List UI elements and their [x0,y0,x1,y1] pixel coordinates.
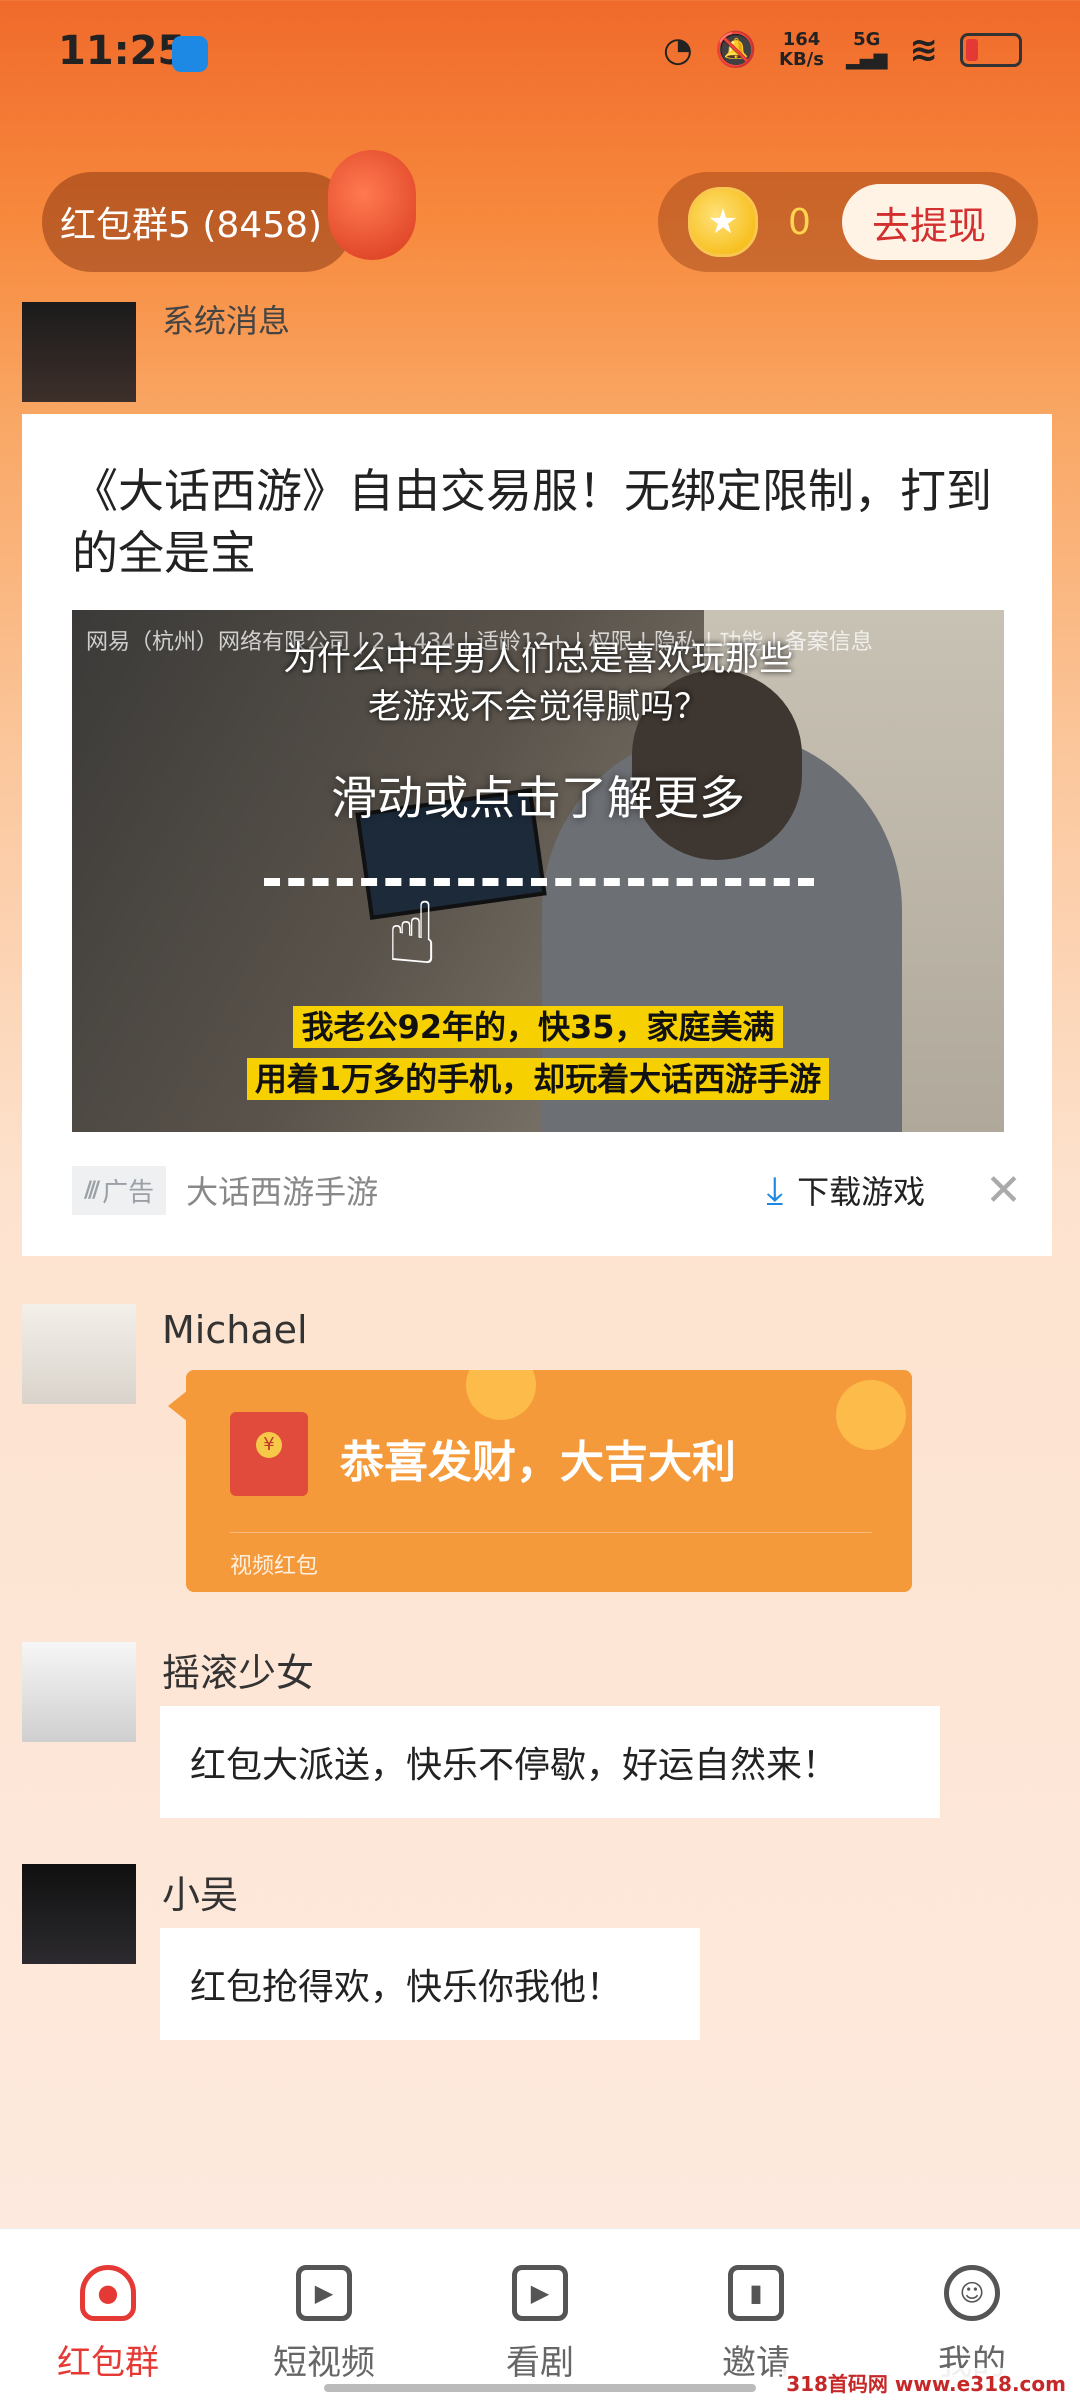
signal-bars-icon: ▂▄▆ [845,49,888,70]
video-subtitle-2-wrap: 用着1万多的手机，却玩着大话西游手游 [72,1054,1004,1100]
net-speed-value: 164 [782,29,821,50]
hand-pointer-icon: ☝ [386,884,439,984]
short-video-icon: ▶ [296,2265,352,2321]
download-game-button[interactable]: 下载游戏 [797,1167,925,1213]
nav-label: 看剧 [506,2343,574,2383]
nav-drama[interactable]: ▶ 看剧 [432,2229,648,2401]
ad-badge-label: 广告 [102,1177,155,1208]
signal-type: 5G [853,29,881,50]
coin-balance-pill: ★ 0 去提现 [658,172,1038,272]
avatar-michael[interactable] [22,1304,136,1404]
app-notification-icon [172,36,208,72]
withdraw-button[interactable]: 去提现 [842,184,1016,260]
drama-icon: ▶ [512,2265,568,2321]
gold-coin-icon: ★ [688,187,758,257]
group-name-pill[interactable]: 红包群5 (8458) [42,172,354,272]
ad-footer: /// 广告 大话西游手游 ⤓ 下载游戏 ✕ [72,1160,1022,1220]
message-bubble[interactable]: 红包大派送，快乐不停歇，好运自然来！ [160,1706,940,1818]
red-packet-message[interactable]: ¥ 恭喜发财，大吉大利 视频红包 [186,1370,912,1592]
status-icons: ◔ 🔕 164 KB/s 5G ▂▄▆ ≋ [663,30,1022,70]
nav-label: 红包群 [57,2343,159,2383]
avatar-xiao-wu[interactable] [22,1864,136,1964]
battery-icon [960,33,1022,67]
ad-source: 大话西游手游 [186,1173,379,1211]
nav-label: 邀请 [722,2343,790,2383]
video-caption-line-2: 老游戏不会觉得腻吗？ [368,687,708,727]
red-packet-greeting: 恭喜发财，大吉大利 [340,1437,736,1488]
site-watermark: 318首码网 www.e318.com [782,2368,1070,2397]
profile-icon: ☺ [944,2265,1000,2321]
red-packet-type: 视频红包 [230,1554,319,1579]
message-bubble[interactable]: 红包抢得欢，快乐你我他！ [160,1928,700,2040]
nav-red-packet-group[interactable]: ● 红包群 [0,2229,216,2401]
speedometer-icon: ◔ [662,30,693,70]
bell-muted-icon: 🔕 [714,30,757,70]
ad-title[interactable]: 《大话西游》自由交易服！无绑定限制，打到的全是宝 [72,460,1002,584]
lantern-decoration-icon [328,150,416,260]
system-avatar[interactable] [22,302,136,402]
swipe-track [264,878,814,886]
sender-michael: Michael [162,1308,308,1352]
status-time: 11:25 [58,28,186,74]
download-icon[interactable]: ⤓ [766,1168,783,1213]
bubble-arrow [168,1390,188,1422]
signal-indicator: 5G ▂▄▆ [846,30,888,70]
video-subtitle-1: 我老公92年的，快35，家庭美满 [293,1006,783,1048]
close-ad-icon[interactable]: ✕ [985,1165,1022,1216]
red-packet-bag-icon: ● [80,2265,136,2321]
sender-xiao-wu: 小吴 [162,1873,239,1917]
ad-logo-icon: /// [84,1177,100,1203]
net-speed: 164 KB/s [779,30,824,70]
avatar-rock-girl[interactable] [22,1642,136,1742]
invite-chart-icon: ▮ [728,2265,784,2321]
video-subtitle-1-wrap: 我老公92年的，快35，家庭美满 [72,1002,1004,1048]
coin-count: 0 [788,201,811,243]
nav-label: 短视频 [273,2343,375,2383]
group-name: 红包群5 (8458) [60,205,323,246]
ad-video[interactable]: 网易（杭州）网络有限公司 | 2.1.434 | 适龄12+ | 权限 | 隐私… [72,610,1004,1132]
net-speed-unit: KB/s [779,49,824,70]
video-subtitle-2: 用着1万多的手机，却玩着大话西游手游 [246,1058,830,1100]
red-envelope-icon: ¥ [230,1412,308,1496]
system-message-sender: 系统消息 [162,302,291,340]
ad-badge: /// 广告 [72,1165,167,1215]
nav-short-video[interactable]: ▶ 短视频 [216,2229,432,2401]
wifi-icon: ≋ [909,30,939,70]
sender-rock-girl: 摇滚少女 [162,1651,315,1695]
ad-card[interactable]: 《大话西游》自由交易服！无绑定限制，打到的全是宝 网易（杭州）网络有限公司 | … [22,414,1052,1256]
video-caption-line-1: 为什么中年男人们总是喜欢玩那些 [283,639,793,679]
swipe-cta[interactable]: 滑动或点击了解更多 [72,762,1004,828]
home-indicator[interactable] [324,2384,756,2392]
